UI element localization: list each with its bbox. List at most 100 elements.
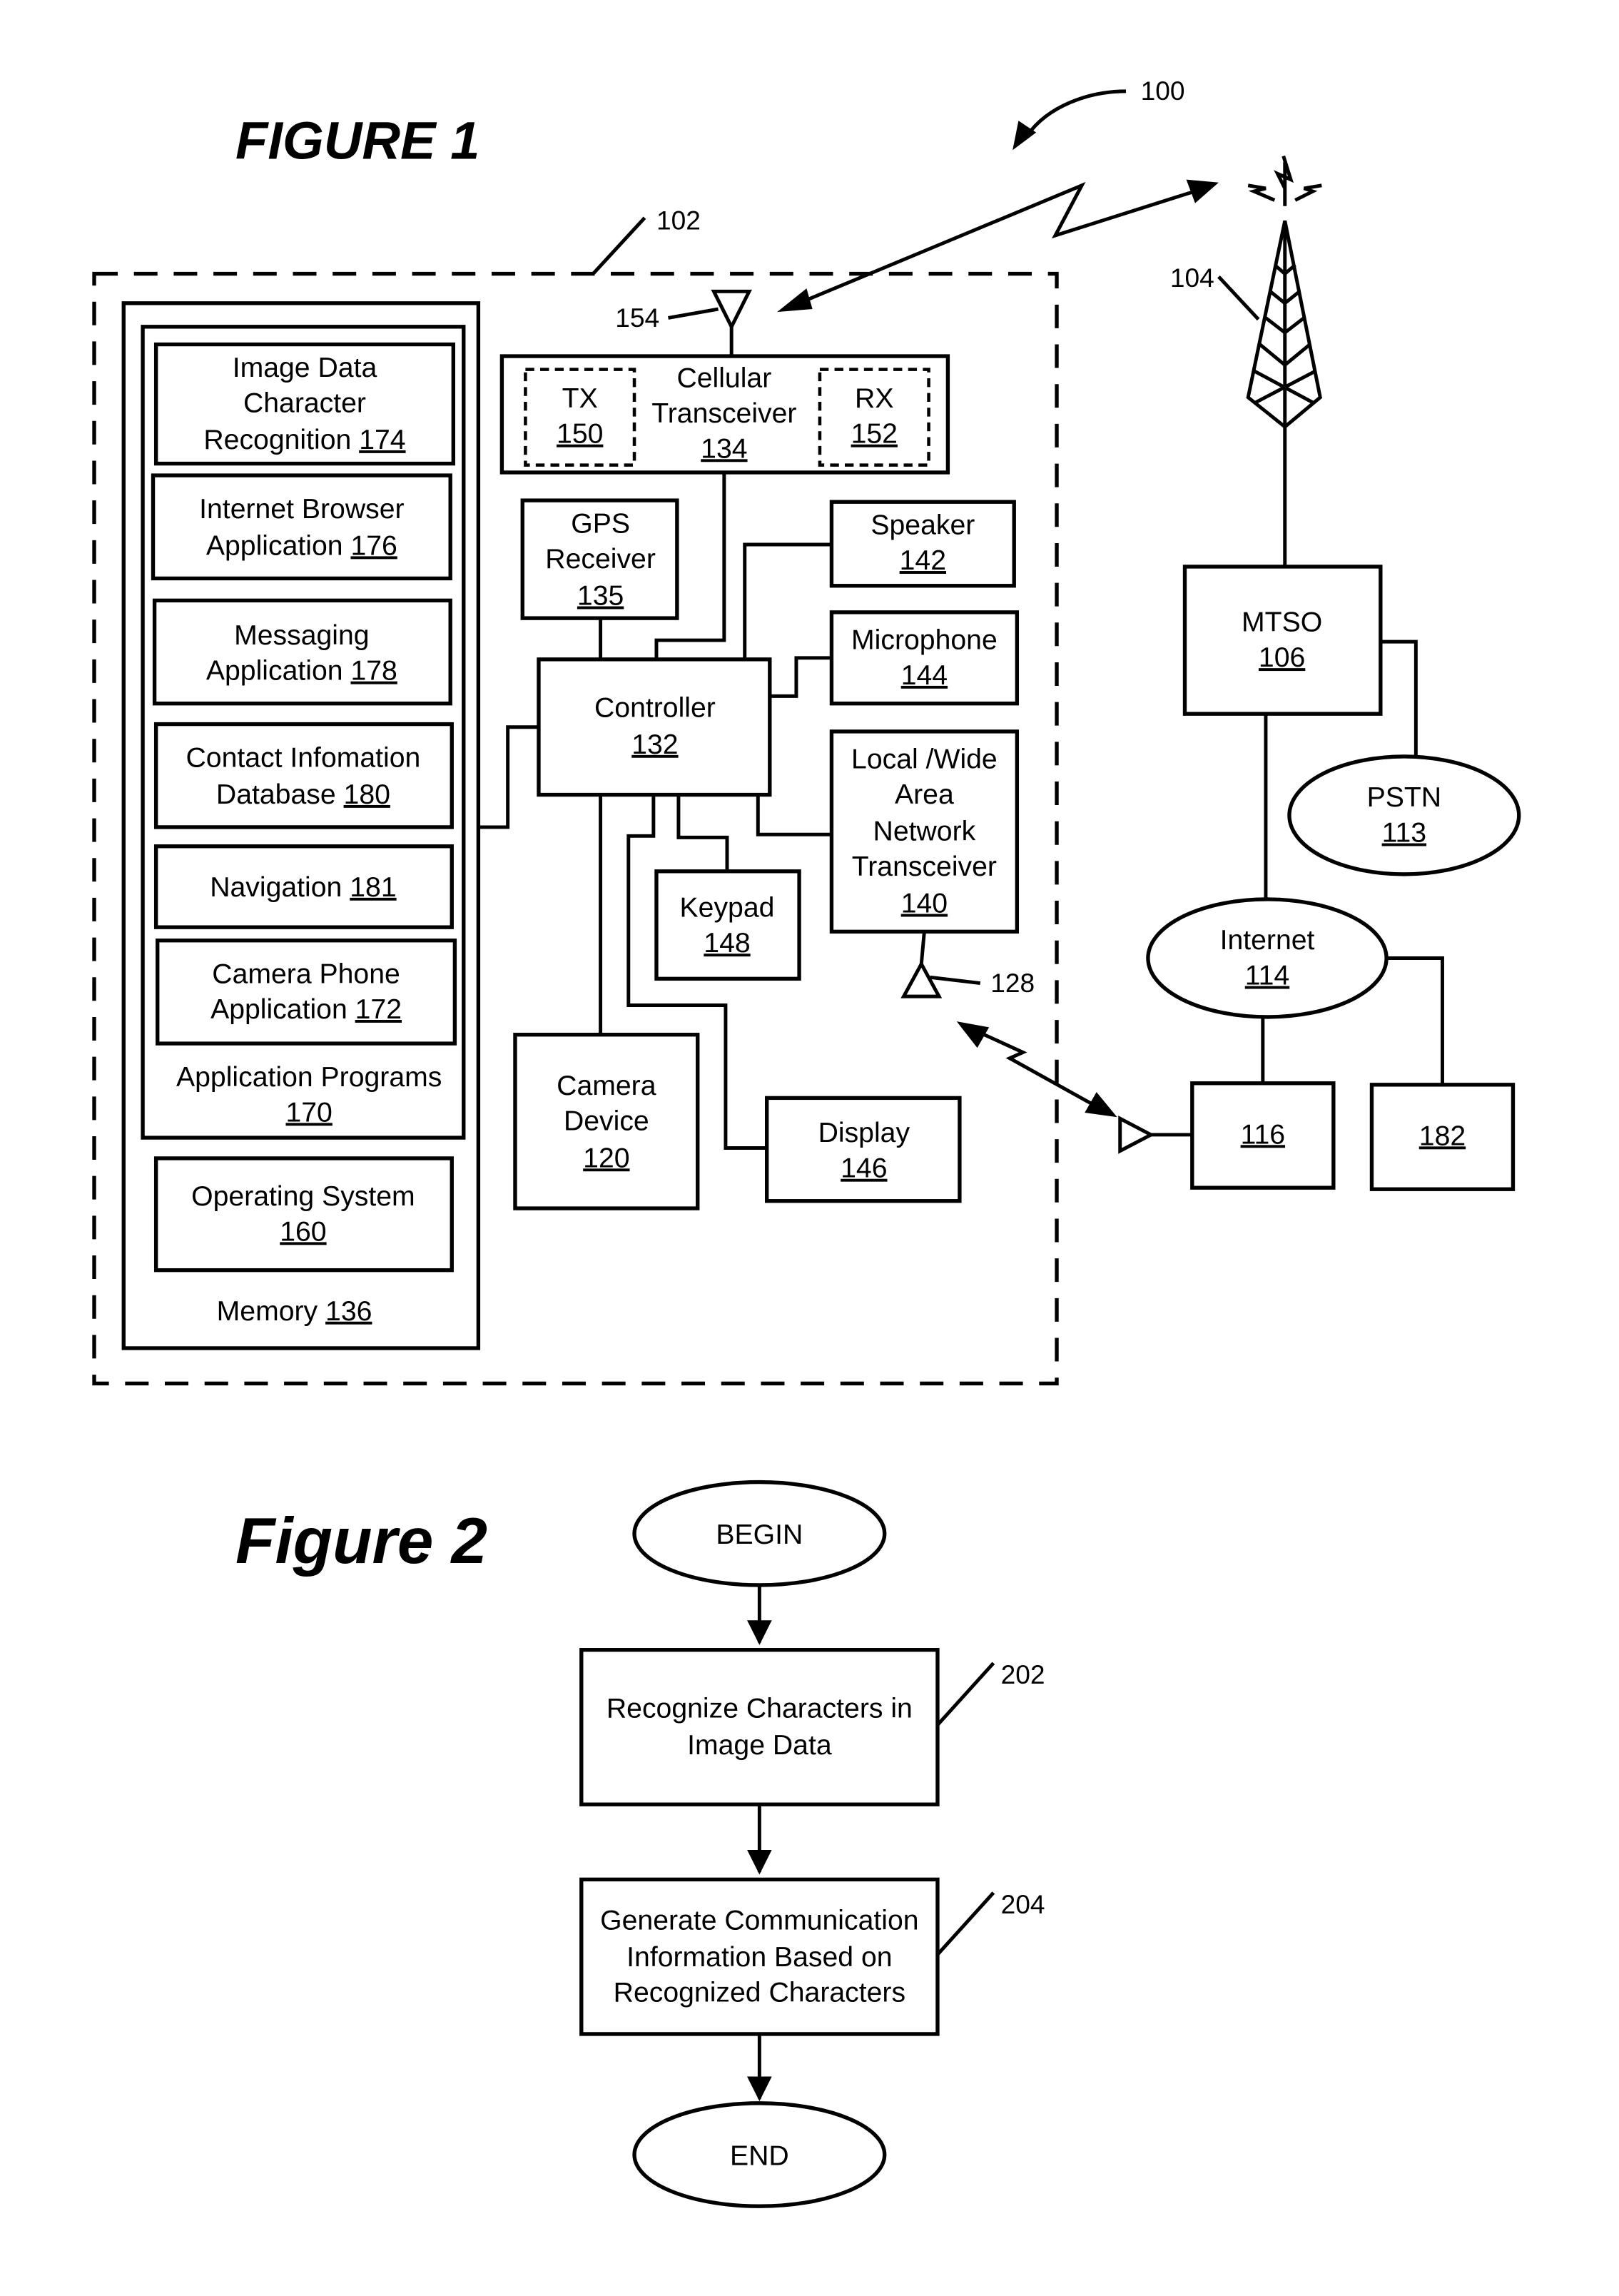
node-182: 182 xyxy=(1369,1083,1516,1191)
app-camera-phone: Camera Phone Application 172 xyxy=(156,939,457,1046)
app-messaging: Messaging Application 178 xyxy=(152,598,452,706)
app-174-line3: Recognition 174 xyxy=(203,425,405,455)
link-arrowhead-device xyxy=(777,288,813,313)
lan-wan-transceiver: Local /Wide Area Network Transceiver 140 xyxy=(829,729,1020,934)
app-180-line2: Database 180 xyxy=(216,779,390,810)
microphone-label: Microphone xyxy=(851,624,998,655)
cellular-transceiver: TX 150 RX 152 Cellular Transceiver 134 xyxy=(499,354,950,475)
wireless-link-line xyxy=(791,181,1205,308)
wire-internet-182 xyxy=(1386,956,1444,1085)
controller-num: 132 xyxy=(631,729,678,760)
lan-transceiver-line3: Network xyxy=(873,816,976,847)
camera-num: 120 xyxy=(583,1143,629,1173)
ref-100-arrowhead xyxy=(1012,121,1037,151)
pstn-label: PSTN xyxy=(1367,782,1441,813)
wire-keypad-controller xyxy=(676,794,729,871)
app-internet-browser: Internet Browser Application 176 xyxy=(151,473,452,581)
ref-100-label: 100 xyxy=(1141,76,1185,106)
internet: Internet 114 xyxy=(1146,897,1389,1019)
flow-step-204: Generate Communication Information Based… xyxy=(579,1877,1045,2036)
keypad-num: 148 xyxy=(704,928,750,959)
app-174-line2: Character xyxy=(243,388,366,418)
app-174-line1: Image Data xyxy=(233,353,377,383)
node-182-num: 182 xyxy=(1419,1121,1466,1151)
keypad-label: Keypad xyxy=(680,893,775,924)
lan-transceiver-line4: Transceiver xyxy=(852,851,997,882)
app-image-data-character-recognition: Image Data Character Recognition 174 xyxy=(153,342,456,466)
local-wireless-link xyxy=(956,1021,1117,1118)
microphone-num: 144 xyxy=(901,660,948,691)
mtso: MTSO 106 xyxy=(1182,565,1383,716)
ref-154-label: 154 xyxy=(615,303,659,333)
antenna-icon xyxy=(900,960,943,998)
controller-label: Controller xyxy=(594,692,716,723)
keypad-box xyxy=(654,869,801,981)
operating-system-num: 160 xyxy=(280,1216,326,1247)
pstn-num: 113 xyxy=(1382,818,1426,849)
ref-100-leader xyxy=(1025,89,1126,137)
app-176-line2: Application 176 xyxy=(206,530,397,561)
app-box-176 xyxy=(151,473,452,581)
app-navigation: Navigation 181 xyxy=(153,844,454,929)
cellular-antenna-154: 154 xyxy=(615,289,752,357)
gps-line2: Receiver xyxy=(545,544,656,575)
node-116: 116 xyxy=(1118,1081,1336,1190)
internet-ellipse xyxy=(1146,897,1389,1019)
display-box xyxy=(764,1096,962,1203)
step-204-line3: Recognized Characters xyxy=(614,1978,905,2008)
ref-102-leader xyxy=(592,216,646,275)
microphone: Microphone 144 xyxy=(829,610,1020,706)
flow-step-202: Recognize Characters in Image Data 202 xyxy=(579,1648,1045,1806)
ref-202-label: 202 xyxy=(1001,1659,1045,1689)
display: Display 146 xyxy=(764,1096,962,1203)
operating-system-box xyxy=(153,1156,454,1273)
node-116-num: 116 xyxy=(1241,1119,1285,1150)
cellular-transceiver-num: 134 xyxy=(701,433,747,464)
app-172-line1: Camera Phone xyxy=(212,959,400,990)
tx-num: 150 xyxy=(557,419,603,450)
ref-204-label: 204 xyxy=(1001,1889,1045,1919)
app-178-line1: Messaging xyxy=(234,620,369,651)
cellular-transceiver-line2: Transceiver xyxy=(651,398,796,429)
camera-device: Camera Device 120 xyxy=(513,1033,700,1210)
tower-signal-icon xyxy=(1247,155,1322,206)
flowchart: BEGIN Recognize Characters in Image Data… xyxy=(579,1480,1045,2208)
ref-128-label: 128 xyxy=(990,968,1035,998)
ref-102-label: 102 xyxy=(656,206,701,236)
cellular-transceiver-line1: Cellular xyxy=(676,363,771,393)
wire-speaker-controller xyxy=(743,542,832,659)
local-link-arrowhead-node xyxy=(1085,1092,1117,1118)
ref-204-leader xyxy=(936,1891,995,1956)
app-181-line1: Navigation 181 xyxy=(210,872,396,903)
system-ref-100: 100 xyxy=(1012,76,1185,151)
wire-mtso-pstn xyxy=(1380,639,1418,757)
mtso-label: MTSO xyxy=(1242,607,1322,638)
ref-104-label: 104 xyxy=(1170,263,1214,293)
mtso-box xyxy=(1182,565,1383,716)
app-box-172 xyxy=(156,939,457,1046)
local-link-arrowhead-device xyxy=(956,1021,990,1048)
keypad: Keypad 148 xyxy=(654,869,801,981)
app-180-line1: Contact Infomation xyxy=(186,742,421,773)
internet-label: Internet xyxy=(1220,925,1315,956)
operating-system-label: Operating System xyxy=(191,1181,415,1212)
patent-drawing: FIGURE 1 100 102 Memory 136 Application … xyxy=(92,76,1521,2208)
link-arrowhead-tower xyxy=(1186,179,1219,203)
app-contact-information-database: Contact Infomation Database 180 xyxy=(153,722,454,829)
gps-num: 135 xyxy=(577,581,624,612)
step-204-line2: Information Based on xyxy=(626,1942,892,1973)
figure2-title: Figure 2 xyxy=(235,1505,487,1577)
antenna-128-feed xyxy=(919,931,926,964)
cell-tower-icon xyxy=(1246,155,1322,430)
step-204-line1: Generate Communication xyxy=(600,1906,918,1936)
app-box-178 xyxy=(152,598,452,706)
rx-label: RX xyxy=(855,383,893,414)
controller-box xyxy=(537,657,772,797)
wire-microphone-controller xyxy=(769,656,832,698)
application-programs-num: 170 xyxy=(285,1097,332,1128)
app-176-line1: Internet Browser xyxy=(199,494,404,525)
ref-154-leader xyxy=(668,307,719,320)
pstn: PSTN 113 xyxy=(1287,754,1521,876)
app-172-line2: Application 172 xyxy=(210,994,402,1025)
controller: Controller 132 xyxy=(537,657,772,797)
